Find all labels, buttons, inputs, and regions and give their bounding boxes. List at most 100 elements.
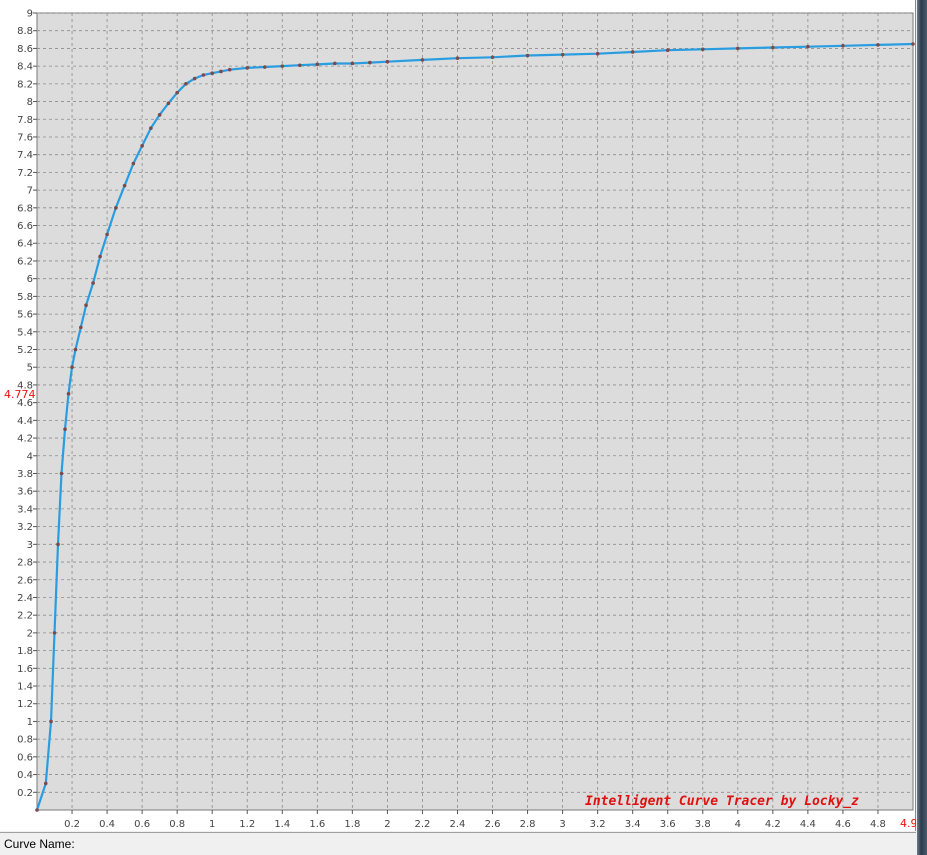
x-tick-label: 0.2 [64,819,80,830]
curve-point[interactable] [98,254,102,259]
x-tick-label: 3.8 [695,819,711,830]
y-tick-label: 2.6 [17,575,33,586]
curve-point[interactable] [184,82,188,86]
curve-name-input[interactable] [78,835,908,853]
curve-point[interactable] [91,281,95,285]
curve-point[interactable] [49,719,53,724]
curve-point[interactable] [70,365,74,370]
curve-point[interactable] [525,53,530,58]
y-tick-label: 0.4 [17,770,33,781]
curve-chart[interactable]: 0.2 0.4 0.6 0.8 1 1.2 1.4 1.6 1.8 2 2.2 2.4 2.6 2.8 3 3… [0,0,916,831]
curve-point[interactable] [122,183,127,188]
y-tick-label: 7.2 [17,168,33,179]
y-tick-label: 1 [27,717,33,728]
curve-point[interactable] [140,144,144,148]
curve-point[interactable] [630,50,635,54]
x-tick-label: 4.2 [765,819,781,830]
curve-point[interactable] [63,427,67,432]
y-tick-label: 1.4 [17,682,33,693]
x-tick-label: 1.8 [344,819,360,830]
cursor-x-readout: 4.9 [900,817,916,830]
curve-point[interactable] [245,66,250,70]
curve-point[interactable] [131,161,136,166]
y-tick-label: 8.4 [17,62,33,73]
curve-point[interactable] [166,101,171,106]
y-tick-label: 3.2 [17,522,33,533]
x-tick-label: 2.4 [450,819,466,830]
curve-point[interactable] [56,542,60,547]
curve-point[interactable] [219,69,223,74]
curve-point[interactable] [280,64,285,68]
x-tick-label: 1.2 [239,819,255,830]
curve-point[interactable] [210,71,214,76]
y-tick-label: 8.6 [17,44,33,55]
curve-point[interactable] [59,471,64,476]
curve-point[interactable] [455,56,460,60]
curve-point[interactable] [43,781,48,786]
cursor-y-readout: 4.774 [4,388,36,401]
curve-point[interactable] [298,63,302,68]
plot-frame: 0.2 0.4 0.6 0.8 1 1.2 1.4 1.6 1.8 2 2.2 2.4 2.6 2.8 3 3… [0,0,916,831]
curve-point[interactable] [350,61,355,66]
curve-point[interactable] [736,46,740,51]
x-tick-label: 1.6 [309,819,325,830]
curve-point[interactable] [52,631,57,635]
y-tick-label: 5 [27,363,33,374]
curve-point[interactable] [333,61,337,66]
curve-point[interactable] [73,347,78,352]
x-tick-label: 4.8 [870,819,886,830]
y-tick-label: 3.4 [17,504,33,515]
curve-point[interactable] [157,113,162,117]
x-tick-label: 2.6 [485,819,501,830]
curve-point[interactable] [420,58,425,62]
curve-point[interactable] [368,60,372,65]
curve-point[interactable] [175,90,179,95]
curve-point[interactable] [876,43,880,47]
y-tick-label: 6.8 [17,203,33,214]
x-tick-label: 0.8 [169,819,185,830]
y-tick-label: 2 [27,628,33,639]
curve-point[interactable] [560,52,565,57]
y-tick-label: 3.8 [17,469,33,480]
x-tick-label: 0.4 [99,819,115,830]
x-tick-label: 3.2 [590,819,606,830]
curve-point[interactable] [771,45,775,50]
curve-point[interactable] [149,126,153,130]
y-tick-label: 3.6 [17,487,33,498]
x-tick-label: 2.8 [520,819,536,830]
y-tick-label: 5.6 [17,310,33,321]
status-bar: Curve Name: [0,832,916,855]
curve-point[interactable] [66,391,71,396]
y-tick-label: 1.6 [17,664,33,675]
curve-point[interactable] [227,67,232,72]
curve-point[interactable] [262,65,267,69]
curve-point[interactable] [806,44,810,49]
curve-point[interactable] [201,73,206,77]
y-tick-label: 3 [27,540,33,551]
y-tick-label: 2.4 [17,593,33,604]
curve-point[interactable] [315,62,320,67]
y-tick-label: 1.8 [17,646,33,657]
y-tick-label: 6.2 [17,256,33,267]
curve-point[interactable] [192,76,197,81]
curve-point[interactable] [700,47,705,52]
y-tick-label: 5.8 [17,292,33,303]
curve-point[interactable] [911,42,915,46]
curve-point[interactable] [79,325,83,330]
x-tick-label: 2.2 [414,819,430,830]
curve-point[interactable] [490,55,495,60]
curve-point[interactable] [35,808,39,812]
curve-point[interactable] [114,206,118,210]
window-edge [917,0,927,855]
curve-point[interactable] [385,59,390,64]
y-tick-label: 4.4 [17,416,33,427]
curve-point[interactable] [595,51,600,56]
curve-point[interactable] [665,48,670,52]
curve-point[interactable] [841,43,845,48]
curve-point[interactable] [105,232,109,237]
curve-point[interactable] [84,303,88,308]
y-tick-label: 0.2 [17,788,33,799]
y-tick-label: 7 [27,186,33,197]
x-tick-label: 4.4 [800,819,816,830]
plot-area[interactable] [36,12,914,811]
